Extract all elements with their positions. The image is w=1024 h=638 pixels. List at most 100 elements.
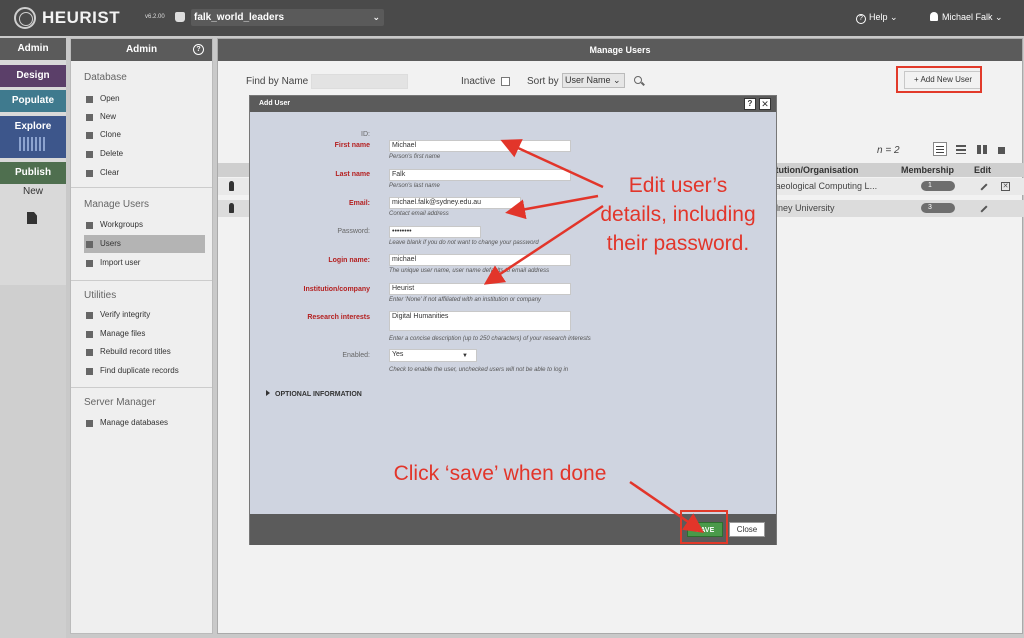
menu-item-verify-integrity[interactable]: Verify integrity — [84, 306, 205, 324]
files-icon — [86, 331, 93, 338]
menu-item-label: Rebuild record titles — [100, 347, 171, 356]
database-name: falk_world_leaders — [194, 12, 285, 23]
section-utilities: Utilities — [84, 290, 117, 301]
institution-label: Institution/company — [303, 286, 371, 293]
column-membership: Membership — [901, 165, 955, 175]
column-institution: stitution/Organisation — [765, 165, 859, 175]
rebuild-icon — [86, 349, 93, 356]
menu-item-new[interactable]: New — [84, 108, 205, 126]
close-button[interactable]: Close — [729, 522, 765, 537]
membership-badge[interactable]: 1 — [921, 181, 955, 191]
add-user-highlight-box — [896, 66, 982, 93]
user-icon — [930, 12, 938, 21]
section-manage-users: Manage Users — [84, 199, 150, 210]
menu-item-manage-databases[interactable]: Manage databases — [84, 414, 205, 432]
research-interests-input[interactable]: Digital Humanities — [389, 311, 571, 331]
menu-item-clone[interactable]: Clone — [84, 126, 205, 144]
delete-icon[interactable]: ✕ — [1001, 182, 1010, 191]
search-icon[interactable] — [634, 76, 642, 84]
user-label: Michael Falk ⌄ — [942, 12, 1003, 22]
institution-input[interactable]: Heurist — [389, 283, 571, 295]
inactive-label: Inactive — [461, 76, 496, 87]
icon-line — [936, 149, 944, 150]
login-name-hint: The unique user name, user name defaults… — [389, 268, 550, 274]
annotation-save-note: Click ‘save’ when done — [393, 462, 607, 485]
enabled-select[interactable]: Yes ▼ — [389, 349, 477, 362]
annotation-edit-line-2: details, including — [600, 203, 756, 226]
email-input[interactable]: michael.falk@sydney.edu.au — [389, 197, 521, 209]
enabled-label: Enabled: — [342, 352, 370, 359]
nav-admin[interactable]: Admin — [0, 38, 66, 60]
membership-badge[interactable]: 3 — [921, 203, 955, 213]
user-icon — [229, 181, 234, 191]
duplicates-icon — [86, 368, 93, 375]
menu-item-clear[interactable]: Clear — [84, 164, 205, 182]
grid-view-icon[interactable] — [977, 145, 987, 154]
new-file-icon[interactable] — [27, 212, 37, 224]
row-institution: dney University — [773, 203, 835, 213]
record-count: n = 2 — [877, 145, 900, 156]
icon-line — [936, 152, 944, 153]
enabled-hint: Check to enable the user, unchecked user… — [389, 367, 569, 373]
dialog-title: Add User — [250, 96, 776, 112]
institution-hint: Enter 'None' if not affiliated with an i… — [389, 297, 542, 303]
clone-icon — [86, 132, 93, 139]
menu-item-label: Import user — [100, 258, 141, 267]
top-bar: HEURIST v6.2.00 falk_world_leaders ⌄ ? He… — [0, 0, 1024, 36]
help-menu[interactable]: ? Help ⌄ — [856, 12, 898, 24]
list-view-icon[interactable] — [933, 142, 947, 156]
user-icon — [229, 203, 234, 213]
optional-information-toggle[interactable]: OPTIONAL INFORMATION — [266, 390, 362, 398]
find-by-name-input[interactable] — [311, 74, 408, 89]
menu-item-users[interactable]: Users — [84, 235, 205, 253]
sort-by-select[interactable]: User Name ⌄ — [562, 73, 625, 88]
user-menu[interactable]: Michael Falk ⌄ — [930, 12, 1003, 23]
menu-item-open[interactable]: Open — [84, 90, 205, 108]
database-select[interactable]: falk_world_leaders ⌄ — [191, 9, 384, 26]
password-label: Password: — [337, 228, 370, 235]
user-icon — [86, 241, 93, 248]
heurist-logo-icon — [14, 7, 36, 29]
chevron-down-icon: ⌄ — [372, 12, 380, 22]
column-edit: Edit — [974, 165, 991, 175]
annotation-edit-line-1: Edit user’s — [628, 174, 728, 197]
icon-line — [936, 146, 944, 147]
menu-item-label: Manage files — [100, 329, 146, 338]
nav-new[interactable]: New — [0, 186, 66, 197]
close-icon[interactable]: ✕ — [759, 98, 771, 110]
thumbnail-view-icon[interactable] — [998, 147, 1005, 154]
first-name-input[interactable]: Michael — [389, 140, 571, 152]
left-nav: Admin Design Populate Explore Publish Ne… — [0, 38, 66, 285]
menu-item-label: Manage databases — [100, 418, 169, 427]
login-name-input[interactable]: michael — [389, 254, 571, 266]
menu-item-label: Clear — [100, 168, 120, 177]
version-label: v6.2.00 — [145, 14, 165, 20]
nav-populate[interactable]: Populate — [0, 90, 66, 112]
menu-item-rebuild-titles[interactable]: Rebuild record titles — [84, 343, 205, 361]
sort-by-label: Sort by — [527, 76, 559, 87]
help-icon: ? — [856, 14, 866, 24]
annotation-edit-line-3: their password. — [606, 232, 750, 255]
plus-icon — [86, 114, 93, 121]
enabled-value: Yes — [392, 351, 404, 358]
detail-view-icon[interactable] — [956, 145, 966, 154]
menu-item-find-duplicates[interactable]: Find duplicate records — [84, 362, 205, 380]
login-name-label: Login name: — [328, 257, 370, 264]
menu-item-import-user[interactable]: Import user — [84, 254, 205, 272]
first-name-label: First name — [334, 142, 370, 149]
help-icon[interactable]: ? — [193, 44, 204, 55]
first-name-hint: Person's first name — [389, 154, 441, 160]
last-name-input[interactable]: Falk — [389, 169, 571, 181]
password-input[interactable]: •••••••• — [389, 226, 481, 238]
nav-explore[interactable]: Explore — [0, 116, 66, 158]
menu-item-delete[interactable]: Delete — [84, 145, 205, 163]
inactive-checkbox[interactable] — [501, 77, 510, 86]
menu-item-manage-files[interactable]: Manage files — [84, 325, 205, 343]
password-hint: Leave blank if you do not want to change… — [389, 240, 539, 246]
id-label: ID: — [361, 131, 370, 138]
chevron-down-icon: ▼ — [462, 353, 468, 359]
help-icon[interactable]: ? — [744, 98, 756, 110]
nav-publish[interactable]: Publish — [0, 162, 66, 184]
menu-item-workgroups[interactable]: Workgroups — [84, 216, 205, 234]
nav-design[interactable]: Design — [0, 65, 66, 87]
